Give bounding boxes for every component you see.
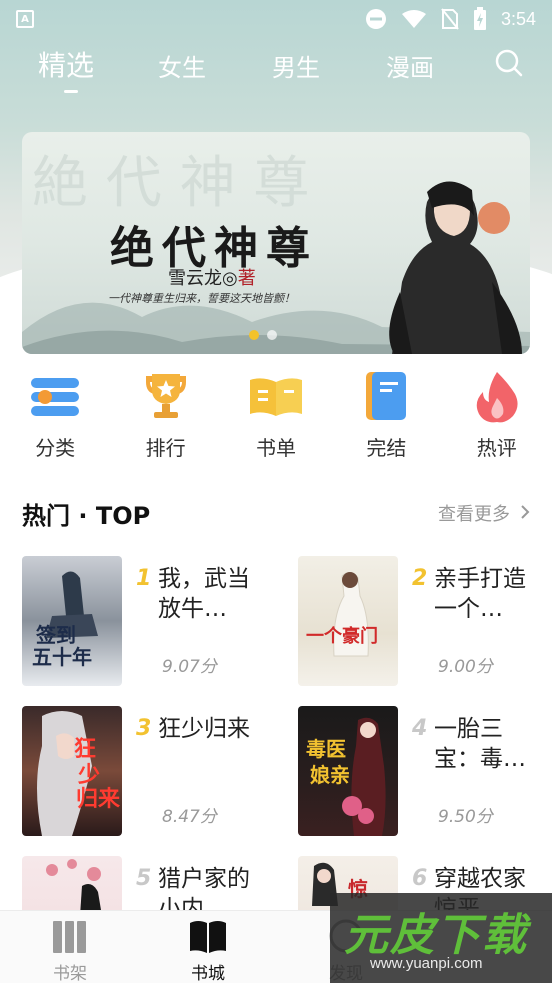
carousel-dot[interactable] — [267, 330, 277, 340]
book-item[interactable]: 毒医 娘亲 4 一胎三宝：毒… 9.50分 — [298, 706, 548, 836]
category-label: 热评 — [476, 436, 517, 460]
category-finished[interactable]: 完结 — [341, 368, 431, 468]
cover-title-line: 签到 — [35, 623, 76, 647]
cover-title-line: 归来 — [76, 786, 121, 812]
book-rank: 2 — [412, 566, 428, 591]
book-item[interactable]: 签到 五十年 1 我，武当放牛… 9.07分 — [22, 556, 272, 686]
banner-author-suffix: 著 — [237, 268, 256, 289]
cover-title-line: 五十年 — [32, 645, 92, 669]
carousel-dot[interactable] — [249, 330, 259, 340]
watermark: 元皮下载 www.yuanpi.com — [330, 893, 552, 983]
category-hot-comments[interactable]: 热评 — [452, 368, 542, 468]
book-rank: 6 — [412, 866, 428, 891]
category-label: 书单 — [255, 436, 296, 460]
do-not-disturb-icon — [365, 9, 386, 29]
banner-subtitle: 一代神尊重生归来，誓要这天地皆颤！ — [108, 292, 295, 305]
nav-bookstore[interactable]: 书城 — [168, 917, 248, 983]
book-cover[interactable]: 一个豪门 — [298, 556, 398, 686]
search-icon[interactable] — [494, 48, 524, 78]
book-score: 9.50分 — [438, 807, 493, 827]
watermark-url: www.yuanpi.com — [370, 955, 483, 972]
cover-title-line: 狂 — [74, 736, 96, 762]
tab-featured[interactable]: 精选 — [38, 44, 94, 84]
book-rank: 4 — [412, 716, 428, 741]
section-title: 热门 · TOP — [22, 502, 151, 530]
book-item[interactable]: 狂 少 归来 3 狂少归来 8.47分 — [22, 706, 272, 836]
category-label: 排行 — [145, 436, 186, 460]
no-sim-icon — [441, 8, 459, 30]
category-ranking[interactable]: 排行 — [121, 368, 211, 468]
cover-title-line: 一个豪门 — [306, 625, 378, 647]
bookshelf-icon — [53, 921, 86, 953]
book-score: 9.07分 — [162, 657, 217, 677]
finished-icon — [366, 372, 407, 420]
category-bar: 分类 排行 书单 完结 热评 — [0, 368, 552, 468]
category-icon — [31, 378, 80, 416]
cover-title-line: 毒医 — [306, 737, 346, 761]
banner-carousel[interactable]: 絶 代 神 尊 绝代神尊 雪云龙◎著 一代神尊重生归来，誓要这天地皆颤！ — [22, 132, 530, 354]
book-score: 8.47分 — [162, 807, 217, 827]
battery-charging-icon — [473, 7, 486, 30]
book-rank: 5 — [136, 866, 152, 891]
app-notification-icon: A — [16, 10, 34, 28]
carousel-indicator — [249, 330, 277, 340]
see-more-link[interactable]: 查看更多 — [438, 500, 510, 526]
tab-active-indicator — [64, 90, 78, 93]
tab-female[interactable]: 女生 — [158, 48, 206, 83]
category-label: 完结 — [366, 436, 407, 460]
book-title: 我，武当放牛… — [158, 566, 250, 622]
trophy-icon — [145, 374, 186, 418]
open-book-icon — [190, 921, 226, 953]
cover-title-line: 少 — [77, 762, 100, 788]
category-label: 分类 — [35, 436, 76, 460]
nav-bookshelf[interactable]: 书架 — [30, 917, 110, 983]
book-rank: 1 — [136, 566, 152, 591]
watermark-title: 元皮下载 — [344, 910, 528, 961]
category-booklist[interactable]: 书单 — [231, 368, 321, 468]
nav-label: 书城 — [191, 964, 225, 983]
chevron-right-icon[interactable] — [520, 504, 530, 520]
book-item[interactable]: 一个豪门 2 亲手打造一个… 9.00分 — [298, 556, 548, 686]
hot-comment-icon — [476, 372, 518, 423]
cover-title-line: 娘亲 — [310, 763, 350, 787]
nav-label: 书架 — [53, 964, 87, 983]
book-list-icon — [249, 378, 302, 416]
banner-author: 雪云龙◎著 — [168, 264, 256, 290]
tab-comics[interactable]: 漫画 — [386, 48, 434, 83]
book-title: 一胎三宝：毒… — [434, 716, 526, 772]
book-title: 亲手打造一个… — [434, 566, 526, 622]
book-cover[interactable]: 毒医 娘亲 — [298, 706, 398, 836]
clock: 3:54 — [500, 8, 536, 29]
book-rank: 3 — [136, 716, 152, 741]
book-title: 狂少归来 — [158, 716, 250, 742]
wifi-icon — [401, 10, 426, 28]
book-cover[interactable]: 狂 少 归来 — [22, 706, 122, 836]
status-bar: A 3:54 — [0, 0, 552, 38]
tab-male[interactable]: 男生 — [272, 48, 320, 83]
book-score: 9.00分 — [438, 657, 493, 677]
svg-text:絶 代 神 尊: 絶 代 神 尊 — [32, 151, 309, 216]
book-cover[interactable]: 签到 五十年 — [22, 556, 122, 686]
banner-author-name: 雪云龙◎ — [168, 268, 238, 289]
category-classify[interactable]: 分类 — [10, 368, 100, 468]
